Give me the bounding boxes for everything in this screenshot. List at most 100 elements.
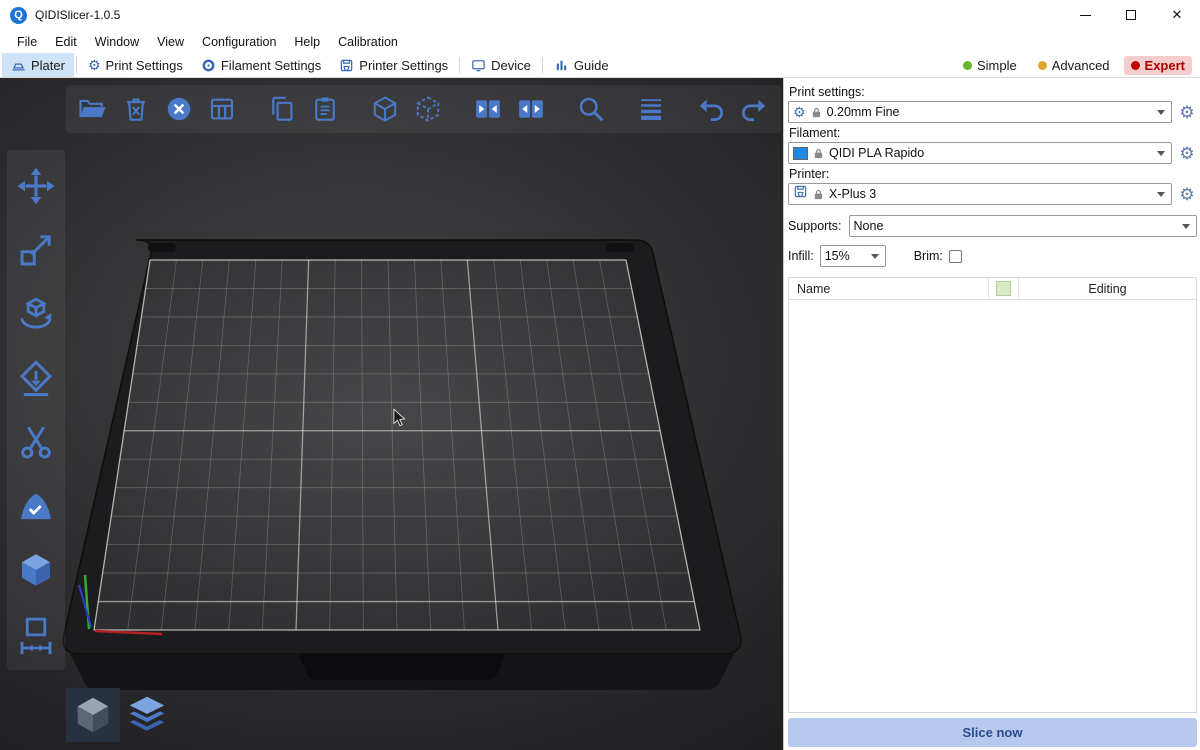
menu-window[interactable]: Window xyxy=(86,35,148,49)
filament-label: Filament: xyxy=(789,126,1197,140)
mouse-cursor xyxy=(393,408,409,430)
variable-layer-height-icon xyxy=(636,94,666,124)
printer-value: X-Plus 3 xyxy=(829,187,1152,201)
object-list-header: Name Editing xyxy=(789,278,1196,300)
printer-combo[interactable]: X-Plus 3 xyxy=(788,183,1172,205)
infill-label: Infill: xyxy=(788,249,814,263)
menu-help[interactable]: Help xyxy=(285,35,329,49)
mode-label: Expert xyxy=(1145,58,1185,73)
supports-row: Supports: None xyxy=(788,215,1197,237)
arrange-button[interactable] xyxy=(205,92,239,126)
slice-now-button[interactable]: Slice now xyxy=(788,718,1197,747)
lock-icon xyxy=(813,189,824,200)
filament-gear-button[interactable]: ⚙ xyxy=(1177,145,1197,162)
tab-separator xyxy=(76,57,77,73)
column-header-name[interactable]: Name xyxy=(789,278,989,299)
bed-clip xyxy=(148,243,176,252)
filament-row: QIDI PLA Rapido ⚙ xyxy=(788,142,1197,164)
tab-printer-settings[interactable]: Printer Settings xyxy=(330,53,457,77)
paint-supports-icon xyxy=(15,485,57,527)
printer-icon xyxy=(339,58,354,73)
lock-icon xyxy=(811,107,822,118)
menu-calibration[interactable]: Calibration xyxy=(329,35,407,49)
tab-plater[interactable]: Plater xyxy=(2,53,74,77)
brim-checkbox[interactable] xyxy=(949,250,962,263)
move-button[interactable] xyxy=(14,164,58,208)
undo-button[interactable] xyxy=(694,92,728,126)
paint-supports-button[interactable] xyxy=(14,484,58,528)
advanced-mode-dot-icon xyxy=(1038,61,1047,70)
plater-toolbar xyxy=(66,85,781,133)
scale-button[interactable] xyxy=(14,228,58,272)
3d-editor-view-button[interactable] xyxy=(66,688,120,742)
mode-label: Advanced xyxy=(1052,58,1110,73)
paste-button[interactable] xyxy=(308,92,342,126)
preview-button[interactable] xyxy=(120,688,174,742)
tab-filament-settings[interactable]: Filament Settings xyxy=(192,53,330,77)
mode-advanced[interactable]: Advanced xyxy=(1031,56,1117,75)
infill-combo[interactable]: 15% xyxy=(820,245,886,267)
print-settings-gear-button[interactable]: ⚙ xyxy=(1177,104,1197,121)
viewport-3d[interactable] xyxy=(0,78,783,750)
split-to-objects-icon xyxy=(473,94,503,124)
split-to-parts-button[interactable] xyxy=(514,92,548,126)
add-instance-button[interactable] xyxy=(368,92,402,126)
split-to-parts-icon xyxy=(516,94,546,124)
split-to-objects-button[interactable] xyxy=(471,92,505,126)
cut-icon xyxy=(15,421,57,463)
delete-all-icon xyxy=(164,94,194,124)
redo-button[interactable] xyxy=(737,92,771,126)
menu-file[interactable]: File xyxy=(8,35,46,49)
printer-gear-button[interactable]: ⚙ xyxy=(1177,186,1197,203)
tab-guide[interactable]: Guide xyxy=(545,53,618,77)
device-icon xyxy=(471,58,486,73)
print-settings-combo[interactable]: ⚙ 0.20mm Fine xyxy=(788,101,1172,123)
column-header-editing[interactable]: Editing xyxy=(1019,278,1196,299)
search-button[interactable] xyxy=(574,92,608,126)
seam-button[interactable] xyxy=(14,548,58,592)
delete-button[interactable] xyxy=(119,92,153,126)
minimize-button[interactable] xyxy=(1062,0,1108,30)
tabbar: Plater ⚙ Print Settings Filament Setting… xyxy=(0,53,1200,78)
rotate-button[interactable] xyxy=(14,292,58,336)
supports-combo[interactable]: None xyxy=(849,215,1197,237)
add-instance-icon xyxy=(370,94,400,124)
delete-all-button[interactable] xyxy=(162,92,196,126)
column-header-extruder[interactable] xyxy=(989,278,1019,299)
print-settings-row: ⚙ 0.20mm Fine ⚙ xyxy=(788,101,1197,123)
copy-button[interactable] xyxy=(265,92,299,126)
measure-button[interactable] xyxy=(14,612,58,656)
tab-print-settings[interactable]: ⚙ Print Settings xyxy=(79,53,192,77)
menu-configuration[interactable]: Configuration xyxy=(193,35,285,49)
object-list-body[interactable] xyxy=(789,300,1196,712)
tab-device[interactable]: Device xyxy=(462,53,540,77)
menu-view[interactable]: View xyxy=(148,35,193,49)
copy-icon xyxy=(267,94,297,124)
mode-simple[interactable]: Simple xyxy=(956,56,1024,75)
rotate-icon xyxy=(15,293,57,335)
print-bed xyxy=(0,78,783,750)
cut-button[interactable] xyxy=(14,420,58,464)
infill-row: Infill: 15% Brim: xyxy=(788,245,1197,267)
paste-icon xyxy=(310,94,340,124)
open-folder-button[interactable] xyxy=(76,92,110,126)
chevron-down-icon xyxy=(1157,110,1165,115)
close-icon: ✕ xyxy=(1172,7,1183,23)
titlebar: Q QIDISlicer-1.0.5 ✕ xyxy=(0,0,1200,30)
tab-label: Device xyxy=(491,58,531,73)
place-on-face-icon xyxy=(15,357,57,399)
supports-label: Supports: xyxy=(788,219,842,233)
filament-combo[interactable]: QIDI PLA Rapido xyxy=(788,142,1172,164)
mode-expert[interactable]: Expert xyxy=(1124,56,1192,75)
menu-edit[interactable]: Edit xyxy=(46,35,86,49)
remove-instance-button[interactable] xyxy=(411,92,445,126)
print-settings-label: Print settings: xyxy=(789,85,1197,99)
close-button[interactable]: ✕ xyxy=(1154,0,1200,30)
search-icon xyxy=(576,94,606,124)
bed-surface xyxy=(94,260,700,630)
maximize-button[interactable] xyxy=(1108,0,1154,30)
chevron-down-icon xyxy=(1157,192,1165,197)
place-on-face-button[interactable] xyxy=(14,356,58,400)
undo-icon xyxy=(696,94,726,124)
variable-layer-height-button[interactable] xyxy=(634,92,668,126)
